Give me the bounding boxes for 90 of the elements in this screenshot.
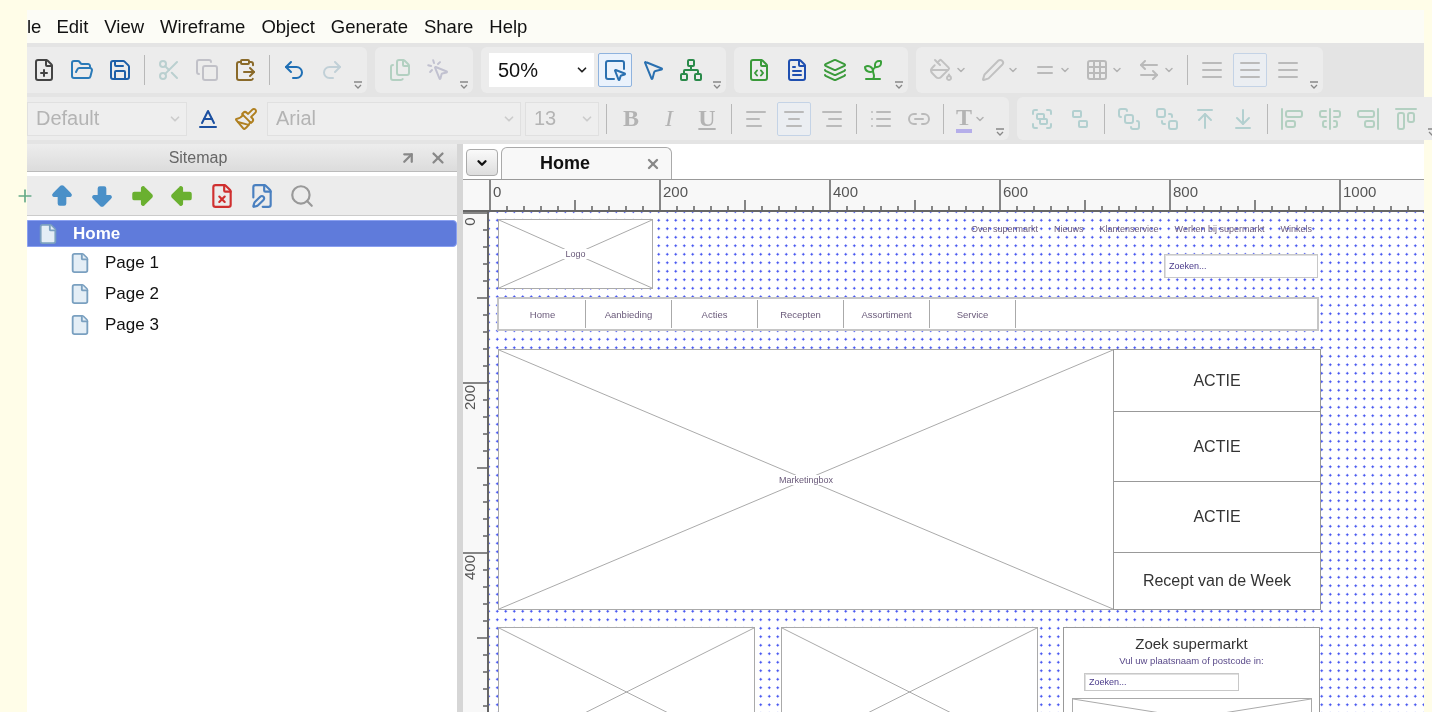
image-label: Logo — [562, 249, 589, 259]
overflow-icon[interactable] — [712, 79, 722, 89]
align-centers-icon — [1318, 106, 1342, 131]
menu-item[interactable]: Generate — [330, 15, 408, 38]
dropdown-field[interactable]: 50% — [489, 53, 594, 87]
menu-item[interactable]: le — [27, 15, 42, 38]
align-right-edges-icon — [1356, 106, 1380, 131]
bring-front-icon — [1117, 106, 1141, 131]
panel-title: Sitemap — [167, 148, 229, 167]
paintbrush-icon — [234, 106, 258, 131]
paint-bucket-icon — [929, 58, 953, 82]
select-pointer-button[interactable] — [598, 53, 632, 87]
sprout-icon — [861, 58, 885, 82]
delete-page-icon[interactable] — [209, 182, 235, 209]
connector-icon — [679, 58, 703, 82]
page-icon — [69, 251, 91, 274]
up-arrow-icon[interactable] — [49, 182, 75, 209]
ruler-label: 200 — [463, 385, 477, 410]
ruler-label: 0 — [463, 217, 477, 226]
menu-item[interactable]: Share — [424, 15, 474, 38]
header-link[interactable]: Werken bij supermarkt — [1174, 224, 1265, 234]
undo-icon — [282, 58, 306, 82]
grid-icon — [1085, 58, 1109, 82]
ruler-label: 1000 — [1343, 184, 1377, 199]
ruler-label: 800 — [1173, 184, 1199, 199]
copy-icon — [195, 58, 219, 82]
hint-text: Vul uw plaatsnaam of postcode in: — [1119, 655, 1264, 666]
save-icon — [108, 58, 132, 82]
search-icon[interactable] — [289, 182, 315, 209]
menu-item[interactable]: Object — [261, 15, 315, 38]
nav-item[interactable]: Acties — [672, 300, 758, 328]
nav-item[interactable]: Aanbieding — [586, 300, 672, 328]
group-icon — [1030, 106, 1054, 131]
pointer-icon — [641, 58, 665, 82]
new-page-icon — [32, 58, 56, 82]
menu-item[interactable]: Edit — [56, 15, 89, 38]
header-link[interactable]: Nieuws — [1054, 224, 1084, 234]
overflow-icon[interactable] — [995, 126, 1005, 136]
nav-item[interactable]: Service — [930, 300, 1016, 328]
scissors-icon — [157, 58, 181, 82]
header-link[interactable]: Klantenservice — [1099, 224, 1159, 234]
select-pointer-icon — [603, 58, 627, 82]
document-tab[interactable]: Home — [501, 147, 672, 179]
image-label: Marketingbox — [776, 474, 836, 485]
menu-item[interactable]: Wireframe — [160, 15, 246, 38]
stacked-pages-icon — [823, 58, 847, 82]
menu-item[interactable]: View — [104, 15, 145, 38]
search-field[interactable]: Zoeken... — [1084, 673, 1239, 691]
ruler-label: 0 — [493, 184, 502, 199]
align-left-edges-icon — [1280, 106, 1304, 131]
overflow-icon[interactable] — [353, 79, 363, 89]
header-link[interactable]: Winkels — [1280, 224, 1312, 234]
content-block: ACTIE — [1113, 349, 1321, 412]
content-block: ACTIE — [1113, 482, 1321, 553]
page-icon — [37, 222, 59, 245]
ruler-label: 200 — [663, 184, 689, 199]
panel-title: Zoek supermarkt — [1135, 635, 1248, 652]
folder-icon — [70, 58, 94, 82]
sitemap-item[interactable]: Page 1 — [27, 247, 457, 278]
overflow-icon[interactable] — [894, 79, 904, 89]
sitemap-item[interactable]: Page 3 — [27, 309, 457, 340]
search-field[interactable]: Zoeken... — [1164, 254, 1318, 278]
redo-icon — [320, 58, 344, 82]
nav-item[interactable]: Assortiment — [844, 300, 930, 328]
content-block: ACTIE — [1113, 412, 1321, 482]
nav-item[interactable]: Recepten — [758, 300, 844, 328]
nav-item[interactable]: Home — [500, 300, 586, 328]
ruler-label: 400 — [463, 555, 477, 580]
document-page-icon — [785, 58, 809, 82]
code-page-icon — [747, 58, 771, 82]
sitemap-item[interactable]: Page 2 — [27, 278, 457, 309]
overflow-icon[interactable] — [459, 79, 469, 89]
edit-page-icon[interactable] — [249, 182, 275, 209]
pointer-page-icon — [426, 58, 450, 82]
header-link[interactable]: Over supermarkt — [971, 224, 1039, 234]
arrows-icon — [1137, 58, 1161, 82]
overflow-icon[interactable] — [1309, 79, 1319, 89]
align-top-edges-icon — [1394, 106, 1418, 131]
content-block: Recept van de Week — [1113, 553, 1321, 610]
pen-icon — [981, 58, 1005, 82]
ruler-label: 600 — [1003, 184, 1029, 199]
send-back-icon — [1155, 106, 1179, 131]
page-icon — [69, 313, 91, 336]
ruler-label: 400 — [833, 184, 859, 199]
pages-icon — [388, 58, 412, 82]
menu-item[interactable]: Help — [489, 15, 528, 38]
sitemap-item[interactable]: Home — [27, 220, 457, 247]
clipboard-icon — [233, 58, 257, 82]
tab-menu-button[interactable] — [466, 149, 498, 176]
page-icon — [69, 282, 91, 305]
